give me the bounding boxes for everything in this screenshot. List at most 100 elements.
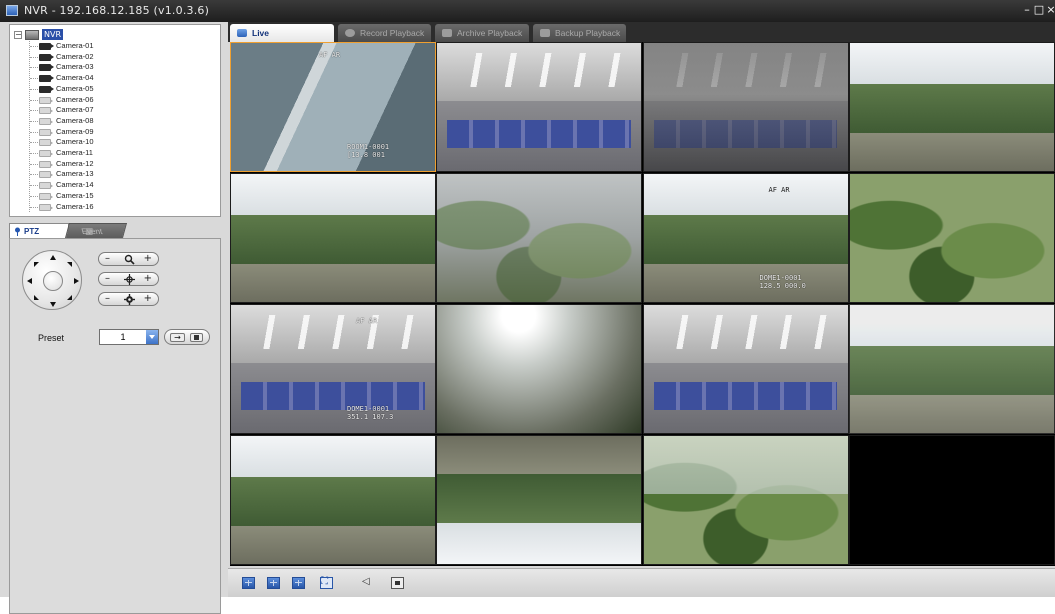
preset-go-button[interactable]: → bbox=[170, 333, 185, 342]
layout-1x1-icon[interactable] bbox=[242, 577, 255, 589]
camera-view-cell[interactable]: AF AR DOME1-0001 128.5 000.0 bbox=[642, 173, 849, 303]
pan-down-arrow-icon[interactable] bbox=[50, 302, 56, 307]
tree-connector bbox=[30, 142, 38, 144]
pin-icon bbox=[15, 227, 20, 236]
video-scene-layer bbox=[437, 436, 642, 475]
camera-tree-label: Camera-14 bbox=[56, 180, 94, 190]
tree-root-label[interactable]: NVR bbox=[42, 29, 64, 40]
ptz-tab-strip: PTZ Event bbox=[9, 223, 221, 239]
collapse-icon[interactable]: − bbox=[14, 31, 22, 39]
camera-view-cell[interactable] bbox=[848, 42, 1055, 172]
video-scene-layer bbox=[849, 83, 1054, 136]
camera-view-cell[interactable] bbox=[436, 435, 643, 565]
video-scene-layer bbox=[643, 436, 848, 494]
video-scene-layer bbox=[849, 174, 1054, 302]
pan-up-left-arrow-icon[interactable] bbox=[34, 262, 39, 267]
snapshot-icon[interactable] bbox=[391, 577, 404, 589]
tab-live[interactable]: Live bbox=[230, 24, 334, 42]
nvr-app-window: NVR - 192.168.12.185 (v1.0.3.6) – □ × − … bbox=[0, 0, 1055, 614]
maximize-button[interactable]: □ bbox=[1033, 3, 1045, 17]
zoom-out-button[interactable]: – bbox=[105, 253, 110, 265]
camera-icon bbox=[39, 139, 53, 147]
tree-connector bbox=[30, 153, 38, 154]
pan-right-arrow-icon[interactable] bbox=[74, 278, 79, 284]
pan-home-button[interactable] bbox=[43, 271, 63, 291]
camera-view-cell[interactable] bbox=[642, 435, 849, 565]
camera-view-cell[interactable] bbox=[848, 304, 1055, 434]
camera-view-cell[interactable] bbox=[436, 173, 643, 303]
dropdown-arrow-icon[interactable] bbox=[146, 330, 158, 344]
osd-overlay-text: AF AR bbox=[356, 317, 378, 325]
pan-down-right-arrow-icon[interactable] bbox=[67, 295, 72, 300]
iris-open-button[interactable]: + bbox=[144, 293, 152, 305]
video-scene-layer bbox=[231, 214, 435, 267]
app-icon bbox=[6, 5, 18, 16]
camera-tree-label: Camera-05 bbox=[56, 83, 94, 93]
camera-view-cell[interactable] bbox=[436, 304, 643, 434]
tab-archive-label: Archive Playback bbox=[457, 28, 523, 38]
pan-down-left-arrow-icon[interactable] bbox=[34, 295, 39, 300]
camera-view-cell[interactable] bbox=[642, 304, 849, 434]
camera-tree-label: Camera-16 bbox=[56, 201, 94, 211]
title-bar: NVR - 192.168.12.185 (v1.0.3.6) – □ × bbox=[0, 0, 1055, 22]
audio-icon[interactable] bbox=[362, 576, 375, 589]
camera-view-cell[interactable] bbox=[230, 435, 436, 565]
iris-control: – + bbox=[98, 292, 159, 306]
preset-label: Preset bbox=[38, 333, 65, 343]
layout-2x2-icon[interactable] bbox=[267, 577, 280, 589]
camera-view-cell[interactable]: AF AR DOME1-0001 351.1 107.3 bbox=[230, 304, 436, 434]
camera-view-cell[interactable] bbox=[436, 42, 643, 172]
tab-backup-playback[interactable]: Backup Playback bbox=[533, 24, 626, 42]
tab-event[interactable]: Event bbox=[64, 223, 128, 238]
camera-icon bbox=[39, 203, 53, 211]
preset-select[interactable]: 1 bbox=[99, 329, 159, 345]
osd-overlay-text: DOME1-0001 351.1 107.3 bbox=[347, 405, 394, 421]
fullscreen-icon[interactable] bbox=[320, 576, 333, 589]
left-panel: − NVR Camera-01 Camera-02 Camera-03 Camera-… bbox=[0, 22, 228, 614]
archive-icon bbox=[442, 29, 452, 37]
camera-icon bbox=[39, 160, 53, 168]
bottom-toolbar bbox=[228, 568, 1055, 597]
view-tab-strip: Live Record Playback Archive Playback Ba… bbox=[228, 22, 1055, 42]
tree-connector bbox=[30, 110, 38, 112]
pan-left-arrow-icon[interactable] bbox=[27, 278, 32, 284]
ptz-direction-pad[interactable] bbox=[22, 250, 82, 310]
camera-icon bbox=[39, 107, 53, 115]
zoom-control: – + bbox=[98, 252, 159, 266]
tree-connector bbox=[30, 131, 38, 133]
close-button[interactable]: × bbox=[1045, 3, 1055, 17]
preset-save-icon[interactable] bbox=[190, 333, 203, 342]
camera-icon bbox=[39, 171, 53, 179]
video-scene-layer bbox=[437, 471, 642, 524]
pan-up-right-arrow-icon[interactable] bbox=[67, 262, 72, 267]
camera-icon bbox=[39, 150, 53, 157]
tab-archive-playback[interactable]: Archive Playback bbox=[435, 24, 529, 42]
camera-tree-label: Camera-15 bbox=[56, 190, 94, 200]
zoom-in-button[interactable]: + bbox=[144, 253, 152, 265]
pan-up-arrow-icon[interactable] bbox=[50, 255, 56, 260]
camera-tree[interactable]: − NVR Camera-01 Camera-02 Camera-03 Camera-… bbox=[9, 24, 221, 217]
camera-tree-label: Camera-07 bbox=[56, 105, 94, 115]
camera-icon bbox=[39, 182, 53, 190]
camera-tree-label: Camera-04 bbox=[56, 73, 94, 83]
camera-tree-label: Camera-08 bbox=[56, 115, 94, 125]
video-scene-layer bbox=[437, 305, 642, 433]
camera-view-cell[interactable] bbox=[230, 173, 436, 303]
tab-ptz[interactable]: PTZ bbox=[9, 223, 69, 238]
camera-view-cell[interactable]: AF AR ROOM1-0001 [13.8 001 bbox=[230, 42, 436, 172]
camera-view-cell[interactable] bbox=[848, 173, 1055, 303]
backup-drive-icon bbox=[540, 29, 550, 37]
video-scene-layer bbox=[643, 214, 848, 267]
minimize-button[interactable]: – bbox=[1021, 3, 1033, 17]
video-scene-layer bbox=[643, 43, 848, 171]
tree-connector bbox=[30, 185, 38, 187]
iris-close-button[interactable]: – bbox=[105, 293, 110, 305]
focus-near-button[interactable]: – bbox=[105, 273, 110, 285]
video-scene-layer bbox=[231, 263, 435, 302]
tree-connector bbox=[30, 99, 38, 101]
camera-view-cell[interactable] bbox=[642, 42, 849, 172]
layout-3x3-icon[interactable] bbox=[292, 577, 305, 589]
focus-far-button[interactable]: + bbox=[144, 273, 152, 285]
camera-view-cell[interactable] bbox=[848, 435, 1055, 565]
tab-record-playback[interactable]: Record Playback bbox=[338, 24, 431, 42]
